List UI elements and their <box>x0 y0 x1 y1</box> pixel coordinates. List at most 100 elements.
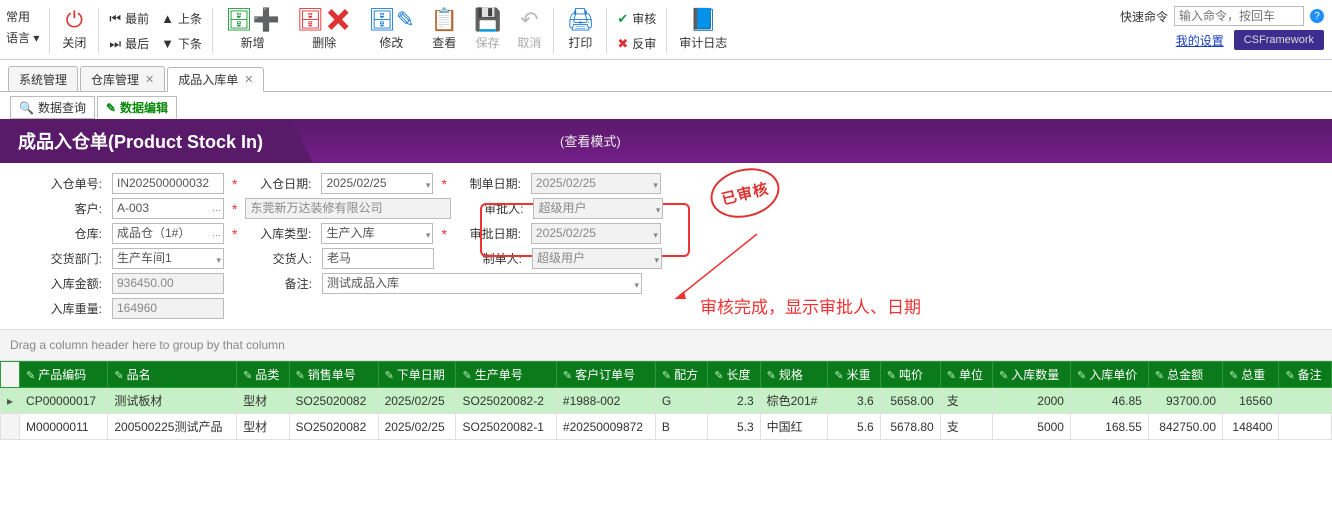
cell[interactable]: SO25020082 <box>289 414 378 440</box>
cell[interactable]: 棕色201# <box>760 388 828 414</box>
row-indicator-header <box>1 362 20 388</box>
view-button[interactable]: 📋查看 <box>423 4 466 58</box>
quick-cmd-input[interactable] <box>1174 6 1304 26</box>
close-button[interactable]: ⏻ 关闭 <box>54 4 94 58</box>
main-tab[interactable]: 系统管理 <box>8 66 78 91</box>
cust-code-field[interactable]: A-003⋯ <box>112 198 224 219</box>
cell[interactable]: 46.85 <box>1070 388 1148 414</box>
my-settings-link[interactable]: 我的设置 <box>1176 32 1224 49</box>
cell[interactable]: 2025/02/25 <box>378 388 456 414</box>
first-button[interactable]: ⏮最前 <box>103 8 155 29</box>
cell[interactable]: 5000 <box>993 414 1071 440</box>
cell[interactable]: G <box>655 388 707 414</box>
delete-button[interactable]: 🗄✖删除 <box>288 4 360 58</box>
remark-field[interactable]: 测试成品入库▾ <box>322 273 642 294</box>
cell[interactable]: 168.55 <box>1070 414 1148 440</box>
column-header[interactable]: ✎单位 <box>940 362 992 388</box>
column-header[interactable]: ✎生产单号 <box>456 362 556 388</box>
cell[interactable]: 型材 <box>237 414 289 440</box>
framework-badge[interactable]: CSFramework <box>1234 30 1324 50</box>
column-header[interactable]: ✎总重 <box>1223 362 1279 388</box>
cell[interactable]: SO25020082-2 <box>456 388 556 414</box>
creator-field: 超级用户▾ <box>532 248 662 269</box>
cell[interactable]: 5.3 <box>708 414 760 440</box>
help-icon[interactable]: ? <box>1310 9 1324 23</box>
column-header[interactable]: ✎产品编码 <box>20 362 108 388</box>
cell[interactable]: #1988-002 <box>556 388 655 414</box>
cell[interactable]: 5.6 <box>828 414 880 440</box>
table-row[interactable]: ▸CP00000017测试板材型材SO250200822025/02/25SO2… <box>1 388 1332 414</box>
cell[interactable]: 支 <box>940 388 992 414</box>
createdate-label: 制单日期: <box>455 175 525 192</box>
add-button[interactable]: 🗄➕新增 <box>217 4 288 58</box>
column-header[interactable]: ✎下单日期 <box>378 362 456 388</box>
grid-group-panel[interactable]: Drag a column header here to group by th… <box>0 329 1332 361</box>
cancel-button[interactable]: ↶取消 <box>509 4 549 58</box>
language-dropdown[interactable]: 语言 ▾ <box>6 29 39 46</box>
modify-button[interactable]: 🗄✎修改 <box>360 4 422 58</box>
column-header[interactable]: ✎入库数量 <box>993 362 1071 388</box>
sub-tab[interactable]: 🔍数据查询 <box>10 96 95 119</box>
close-icon[interactable]: ✕ <box>244 73 253 86</box>
db-del-icon: 🗄✖ <box>296 6 352 34</box>
date-label: 入仓日期: <box>245 175 315 192</box>
main-tab[interactable]: 仓库管理✕ <box>80 66 165 91</box>
docno-field[interactable]: IN202500000032 <box>112 173 224 194</box>
cell[interactable]: 200500225测试产品 <box>108 414 237 440</box>
column-header[interactable]: ✎配方 <box>655 362 707 388</box>
column-header[interactable]: ✎米重 <box>828 362 880 388</box>
intype-field[interactable]: 生产入库▾ <box>321 223 433 244</box>
cell[interactable]: 2025/02/25 <box>378 414 456 440</box>
cell[interactable]: 2.3 <box>708 388 760 414</box>
print-button[interactable]: 🖨打印 <box>558 4 602 58</box>
cell[interactable]: SO25020082-1 <box>456 414 556 440</box>
prev-button[interactable]: ▲上条 <box>155 8 208 29</box>
detail-grid[interactable]: ✎产品编码✎品名✎品类✎销售单号✎下单日期✎生产单号✎客户订单号✎配方✎长度✎规… <box>0 361 1332 440</box>
next-button[interactable]: ▼下条 <box>155 33 208 54</box>
last-button[interactable]: ⏭最后 <box>103 33 155 54</box>
cell[interactable]: CP00000017 <box>20 388 108 414</box>
cell[interactable]: 3.6 <box>828 388 880 414</box>
column-header[interactable]: ✎吨价 <box>880 362 940 388</box>
date-field[interactable]: 2025/02/25▾ <box>321 173 433 194</box>
cell[interactable]: 测试板材 <box>108 388 237 414</box>
cell[interactable] <box>1279 388 1332 414</box>
cell[interactable]: 16560 <box>1223 388 1279 414</box>
view-icon: 📋 <box>431 6 458 34</box>
unaudit-button[interactable]: ✖反审 <box>611 33 662 54</box>
docno-label: 入仓单号: <box>10 175 106 192</box>
table-row[interactable]: M00000011200500225测试产品型材SO250200822025/0… <box>1 414 1332 440</box>
column-header[interactable]: ✎客户订单号 <box>556 362 655 388</box>
column-header[interactable]: ✎总金额 <box>1148 362 1222 388</box>
cell[interactable]: 型材 <box>237 388 289 414</box>
cell[interactable]: M00000011 <box>20 414 108 440</box>
column-header[interactable]: ✎长度 <box>708 362 760 388</box>
save-button[interactable]: 💾保存 <box>466 4 509 58</box>
column-header[interactable]: ✎品名 <box>108 362 237 388</box>
sub-tab[interactable]: ✎数据编辑 <box>97 96 177 119</box>
cell[interactable] <box>1279 414 1332 440</box>
column-header[interactable]: ✎入库单价 <box>1070 362 1148 388</box>
cell[interactable]: SO25020082 <box>289 388 378 414</box>
cell[interactable]: 5658.00 <box>880 388 940 414</box>
column-header[interactable]: ✎销售单号 <box>289 362 378 388</box>
column-header[interactable]: ✎品类 <box>237 362 289 388</box>
wh-field[interactable]: 成品仓（1#）⋯ <box>112 223 224 244</box>
cell[interactable]: 支 <box>940 414 992 440</box>
dept-field[interactable]: 生产车间1▾ <box>112 248 224 269</box>
cell[interactable]: 5678.80 <box>880 414 940 440</box>
cell[interactable]: 93700.00 <box>1148 388 1222 414</box>
column-header[interactable]: ✎规格 <box>760 362 828 388</box>
audit-button[interactable]: ✔审核 <box>611 8 662 29</box>
close-icon[interactable]: ✕ <box>145 73 154 86</box>
cell[interactable]: 842750.00 <box>1148 414 1222 440</box>
cell[interactable]: 2000 <box>993 388 1071 414</box>
auditlog-button[interactable]: 📘审计日志 <box>671 4 735 58</box>
cell[interactable]: #20250009872 <box>556 414 655 440</box>
column-header[interactable]: ✎备注 <box>1279 362 1332 388</box>
cell[interactable]: 中国红 <box>760 414 828 440</box>
cell[interactable]: B <box>655 414 707 440</box>
main-tab[interactable]: 成品入库单✕ <box>167 67 264 92</box>
deliverer-field[interactable]: 老马 <box>322 248 434 269</box>
cell[interactable]: 148400 <box>1223 414 1279 440</box>
